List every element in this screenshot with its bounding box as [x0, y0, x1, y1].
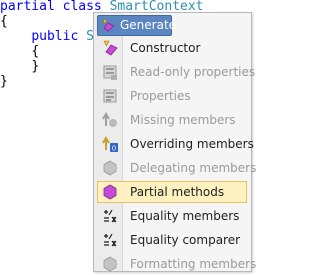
menu-item-label: Formatting members — [130, 257, 257, 271]
menu-item-label: Equality comparer — [130, 233, 241, 247]
menu-item-constructor[interactable]: Constructor — [97, 37, 247, 59]
menu-item-partial-methods[interactable]: Partial methods — [97, 181, 247, 203]
keyword-public: public — [31, 29, 79, 44]
equality-members-icon — [102, 208, 118, 224]
menu-item-label: Equality members — [130, 209, 240, 223]
generate-header-label: Generate — [120, 18, 177, 32]
missing-members-icon — [102, 112, 118, 128]
menu-item-label: Overriding members — [130, 137, 254, 151]
menu-item-label: Delegating members — [130, 161, 257, 175]
partial-methods-icon — [102, 184, 118, 200]
menu-item-delegating-members[interactable]: Delegating members — [97, 157, 256, 179]
menu-item-label: Partial methods — [130, 185, 225, 199]
generate-popup-menu: Generate Constructor Read-only propertie… — [93, 12, 256, 275]
generate-header: Generate — [97, 15, 176, 36]
menu-item-label: Constructor — [130, 41, 201, 55]
menu-item-read-only-properties[interactable]: Read-only properties — [97, 61, 255, 83]
read-only-properties-icon — [102, 64, 118, 80]
formatting-members-icon — [102, 256, 118, 272]
code-line-6: } — [0, 74, 8, 89]
svg-text:0: 0 — [112, 145, 116, 153]
keyword-partial-class: partial class — [0, 0, 102, 14]
menu-item-label: Properties — [130, 89, 191, 103]
equality-comparer-icon — [102, 232, 118, 248]
properties-icon — [102, 88, 118, 104]
menu-item-label: Read-only properties — [130, 65, 256, 79]
menu-item-label: Missing members — [130, 113, 236, 127]
constructor-icon — [102, 40, 118, 56]
delegating-members-icon — [102, 160, 118, 176]
menu-item-properties[interactable]: Properties — [97, 85, 247, 107]
menu-item-overriding-members[interactable]: 0 Overriding members — [97, 133, 254, 155]
menu-item-missing-members[interactable]: Missing members — [97, 109, 247, 131]
menu-item-equality-members[interactable]: Equality members — [97, 205, 247, 227]
overriding-members-icon: 0 — [102, 136, 118, 152]
generate-icon — [101, 18, 115, 32]
menu-item-equality-comparer[interactable]: Equality comparer — [97, 229, 247, 251]
menu-item-formatting-members[interactable]: Formatting members — [97, 253, 256, 275]
